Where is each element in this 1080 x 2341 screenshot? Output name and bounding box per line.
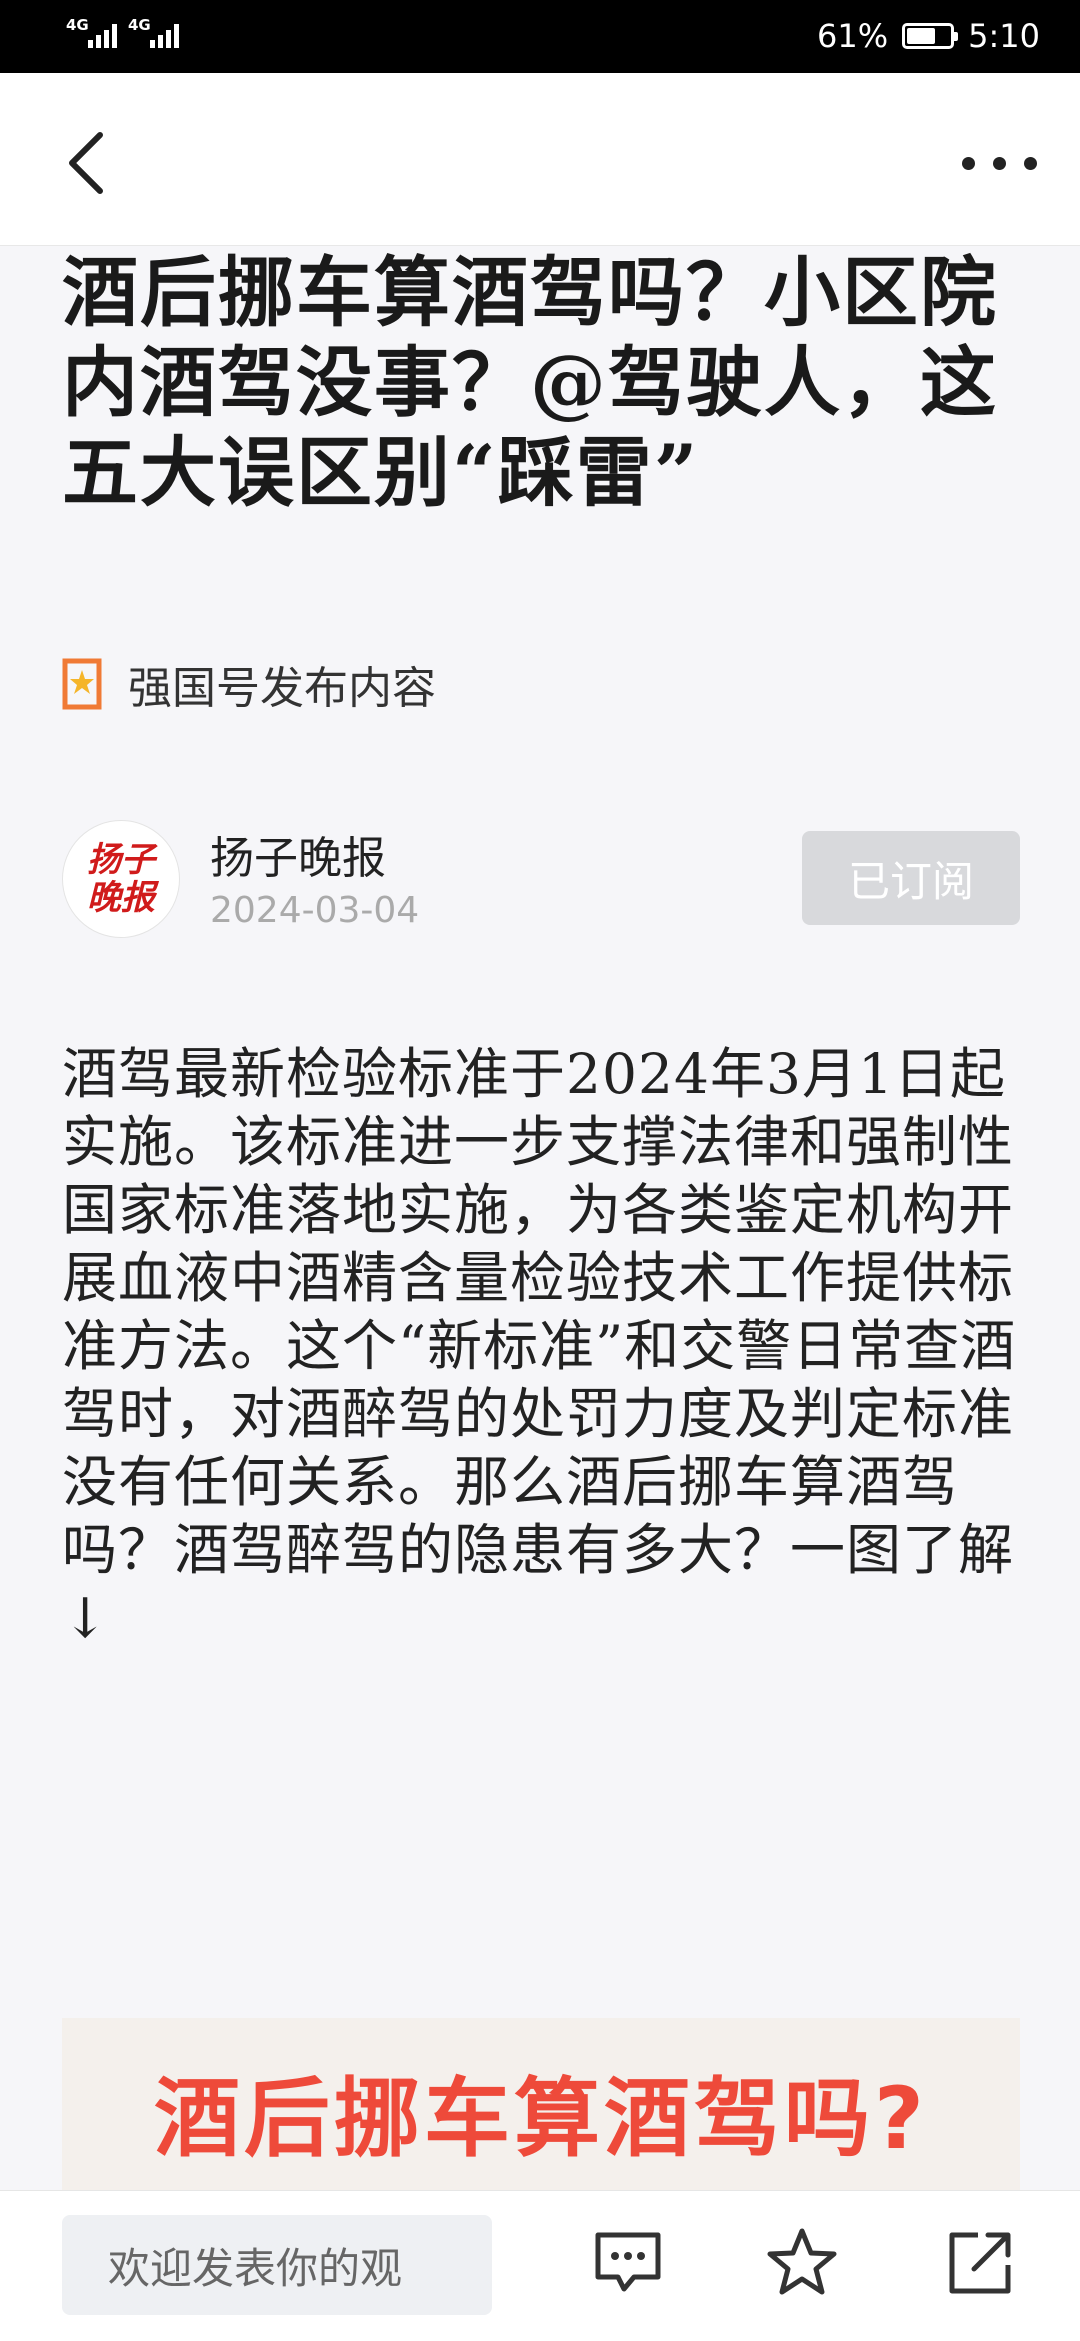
image-title-text: 酒后挪车算酒驾吗? [154, 2069, 928, 2169]
bottom-action-bar: 欢迎发表你的观 [0, 2190, 1080, 2341]
star-icon [767, 2228, 837, 2295]
author-row: 扬子晚报 扬子晚报 2024-03-04 已订阅 [62, 820, 1020, 950]
author-avatar[interactable]: 扬子晚报 [62, 820, 180, 938]
clock: 5:10 [968, 17, 1040, 55]
source-tag-label: 强国号发布内容 [128, 663, 436, 714]
comment-input[interactable]: 欢迎发表你的观 [62, 2215, 492, 2315]
publish-date: 2024-03-04 [210, 890, 420, 931]
article-title: 酒后挪车算酒驾吗？小区院内酒驾没事？@驾驶人，这五大误区别“踩雷” [62, 248, 998, 517]
article-body: 酒驾最新检验标准于2024年3月1日起实施。该标准进一步支撑法律和强制性国家标准… [62, 1042, 1017, 1650]
author-name[interactable]: 扬子晚报 [210, 822, 386, 886]
comment-icon [595, 2232, 661, 2292]
chevron-left-icon [69, 132, 103, 194]
subscribe-button[interactable]: 已订阅 [802, 831, 1020, 925]
signal-label: 4G [128, 16, 151, 34]
status-bar: 4G 4G 61% 5:10 [0, 0, 1080, 73]
signal-label: 4G [66, 16, 89, 34]
comment-button[interactable] [588, 2223, 668, 2303]
avatar-logo-text: 扬子晚报 [87, 840, 155, 918]
battery-percent: 61% [817, 17, 889, 55]
favorite-button[interactable] [762, 2223, 842, 2303]
more-button[interactable] [960, 133, 1040, 193]
top-nav-bar [0, 73, 1080, 246]
back-button[interactable] [58, 123, 128, 203]
share-icon [949, 2232, 1011, 2294]
bookmark-star-icon [62, 658, 102, 710]
battery-icon [902, 23, 959, 49]
share-button[interactable] [940, 2223, 1020, 2303]
source-tag: 强国号发布内容 [62, 652, 436, 716]
